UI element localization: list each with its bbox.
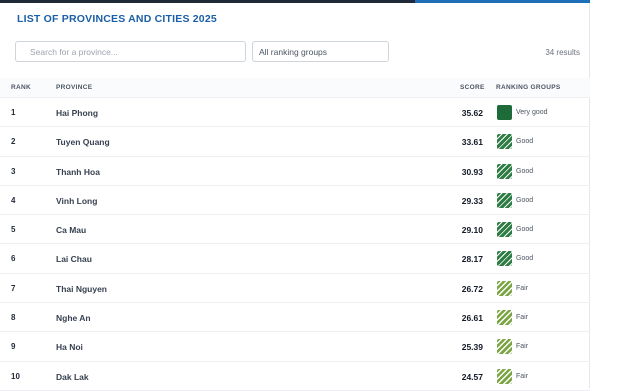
ranking-group-label: Very good <box>516 109 548 116</box>
row-score: 24.57 <box>461 371 483 382</box>
ranking-group-label: Good <box>516 167 534 175</box>
table-row[interactable]: 6 Lai Chau 28.17 Good <box>0 244 590 274</box>
row-province[interactable]: Thanh Hoa <box>56 167 100 177</box>
row-rank: 5 <box>11 225 16 235</box>
search-input[interactable] <box>30 46 245 57</box>
row-ranking-group: Good <box>497 163 534 179</box>
ranking-group-label: Fair <box>516 372 529 380</box>
row-ranking-group: Fair <box>497 310 529 326</box>
row-rank: 10 <box>11 371 20 381</box>
row-province[interactable]: Nghe An <box>56 313 91 323</box>
row-province[interactable]: Dak Lak <box>56 372 89 382</box>
row-rank: 7 <box>11 283 16 293</box>
row-ranking-group: Very good <box>497 105 548 120</box>
row-score: 30.93 <box>461 166 483 177</box>
ranking-group-badge-icon <box>497 222 512 238</box>
ranking-group-label: Fair <box>516 284 529 292</box>
row-province[interactable]: Tuyen Quang <box>56 137 110 147</box>
ranking-group-badge-icon <box>497 310 512 326</box>
row-rank: 8 <box>11 313 16 323</box>
page-title: LIST OF PROVINCES AND CITIES 2025 <box>17 13 217 25</box>
row-score: 26.61 <box>461 313 483 324</box>
row-rank: 6 <box>11 254 16 264</box>
row-province[interactable]: Lai Chau <box>56 254 92 264</box>
top-progress-bar <box>0 0 590 4</box>
ranking-group-badge-icon <box>497 251 512 267</box>
row-ranking-group: Fair <box>497 280 529 296</box>
ranking-group-badge-icon <box>497 368 512 384</box>
ranking-group-badge-icon <box>497 163 512 179</box>
row-ranking-group: Good <box>497 192 534 208</box>
ranking-group-badge-icon <box>497 192 512 208</box>
table-header: RANK PROVINCE SCORE RANKING GROUPS <box>0 78 590 98</box>
ranking-group-label: Good <box>516 196 534 204</box>
row-ranking-group: Fair <box>497 368 529 384</box>
table-row[interactable]: 4 Vinh Long 29.33 Good <box>0 186 590 216</box>
row-rank: 3 <box>11 166 16 176</box>
row-province[interactable]: Ca Mau <box>56 225 86 235</box>
row-score: 33.61 <box>461 137 483 148</box>
row-ranking-group: Good <box>497 134 534 150</box>
row-score: 35.62 <box>461 108 483 118</box>
table-row[interactable]: 1 Hai Phong 35.62 Very good <box>0 98 590 128</box>
row-rank: 9 <box>11 342 16 352</box>
ranking-group-label: Good <box>516 138 534 146</box>
row-rank: 4 <box>11 195 16 205</box>
ranking-group-label: Good <box>516 255 534 263</box>
column-province[interactable]: PROVINCE <box>56 84 92 91</box>
row-province[interactable]: Ha Noi <box>56 342 83 352</box>
ranking-group-badge-icon <box>497 280 512 296</box>
ranking-group-label: Fair <box>516 343 529 351</box>
ranking-group-label: Fair <box>516 314 529 322</box>
table-row[interactable]: 10 Dak Lak 24.57 Fair <box>0 362 590 391</box>
top-bar-dark <box>0 0 415 3</box>
row-ranking-group: Good <box>497 251 534 267</box>
table-row[interactable]: 7 Thai Nguyen 26.72 Fair <box>0 274 590 304</box>
table-body: 1 Hai Phong 35.62 Very good 2 Tuyen Quang 33.6… <box>0 98 590 391</box>
row-score: 28.17 <box>461 254 483 265</box>
ranking-group-badge-icon <box>497 339 512 355</box>
ranking-group-select[interactable]: All ranking groups <box>252 41 389 62</box>
provinces-panel: LIST OF PROVINCES AND CITIES 2025 All ra… <box>0 0 590 391</box>
column-ranking-groups[interactable]: RANKING GROUPS <box>496 84 561 91</box>
row-score: 29.33 <box>461 195 483 206</box>
ranking-group-label: Good <box>516 226 534 234</box>
table-row[interactable]: 2 Tuyen Quang 33.61 Good <box>0 127 590 157</box>
row-rank: 2 <box>11 137 16 147</box>
row-score: 26.72 <box>461 283 483 294</box>
table-row[interactable]: 5 Ca Mau 29.10 Good <box>0 215 590 245</box>
row-ranking-group: Good <box>497 222 534 238</box>
column-rank[interactable]: RANK <box>11 84 31 91</box>
ranking-group-badge-icon <box>497 105 512 120</box>
top-bar-accent <box>415 0 590 3</box>
search-box[interactable] <box>15 41 246 62</box>
row-score: 25.39 <box>461 342 483 353</box>
ranking-group-badge-icon <box>497 134 512 150</box>
column-score[interactable]: SCORE <box>460 84 485 91</box>
table-row[interactable]: 8 Nghe An 26.61 Fair <box>0 303 590 333</box>
table-row[interactable]: 9 Ha Noi 25.39 Fair <box>0 332 590 362</box>
row-ranking-group: Fair <box>497 339 529 355</box>
results-count: 34 results <box>545 48 580 57</box>
row-province[interactable]: Thai Nguyen <box>56 284 107 294</box>
table-row[interactable]: 3 Thanh Hoa 30.93 Good <box>0 157 590 186</box>
row-score: 29.10 <box>461 225 483 236</box>
row-province[interactable]: Hai Phong <box>56 108 98 118</box>
row-rank: 1 <box>11 108 16 117</box>
row-province[interactable]: Vinh Long <box>56 196 97 206</box>
